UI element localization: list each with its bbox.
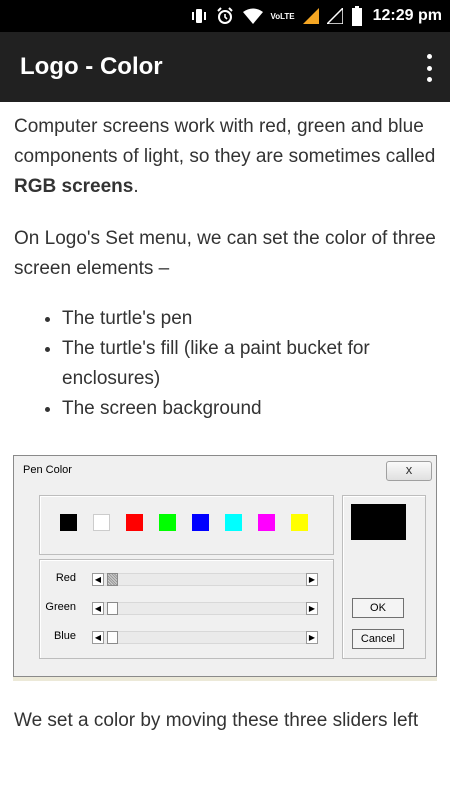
slider-label-blue: Blue	[53, 630, 76, 642]
swatch-magenta[interactable]	[258, 514, 275, 531]
cancel-button[interactable]: Cancel	[352, 629, 404, 649]
ok-button[interactable]: OK	[352, 598, 404, 618]
green-left-arrow-icon[interactable]: ◀	[92, 602, 104, 615]
slider-label-green: Green	[45, 601, 76, 613]
blue-slider-thumb[interactable]	[107, 631, 118, 644]
page-title: Logo - Color	[20, 53, 163, 80]
volte-label: VoLTE	[270, 11, 295, 21]
swatch-red[interactable]	[126, 514, 143, 531]
paragraph-intro: Computer screens work with red, green an…	[14, 112, 439, 202]
slider-group: Red ◀ ▶ Green ◀ ▶ Blue ◀ ▶	[39, 559, 334, 659]
signal-icon	[302, 8, 319, 24]
red-right-arrow-icon[interactable]: ▶	[306, 573, 318, 586]
swatch-group	[39, 495, 334, 555]
app-bar: Logo - Color	[0, 32, 450, 102]
swatch-green[interactable]	[159, 514, 176, 531]
green-right-arrow-icon[interactable]: ▶	[306, 602, 318, 615]
screen-elements-list: The turtle's pen The turtle's fill (like…	[14, 304, 439, 424]
wifi-icon	[242, 8, 264, 24]
swatch-white[interactable]	[93, 514, 110, 531]
rgb-screens-bold: RGB screens	[14, 176, 134, 197]
paragraph-sliders: We set a color by moving these three sli…	[14, 710, 419, 731]
status-time: 12:29 pm	[372, 7, 442, 24]
list-item: The turtle's fill (like a paint bucket f…	[62, 334, 439, 394]
dialog-close-button[interactable]: x	[386, 461, 432, 481]
list-item: The turtle's pen	[62, 304, 439, 334]
red-slider-track[interactable]	[92, 573, 318, 586]
blue-right-arrow-icon[interactable]: ▶	[306, 631, 318, 644]
green-slider-track[interactable]	[92, 602, 318, 615]
red-left-arrow-icon[interactable]: ◀	[92, 573, 104, 586]
swatch-blue[interactable]	[192, 514, 209, 531]
swatch-yellow[interactable]	[291, 514, 308, 531]
green-slider-thumb[interactable]	[107, 602, 118, 615]
swatch-cyan[interactable]	[225, 514, 242, 531]
slider-label-red: Red	[55, 572, 76, 584]
battery-icon	[351, 6, 363, 26]
alarm-icon	[216, 7, 234, 25]
blue-left-arrow-icon[interactable]: ◀	[92, 631, 104, 644]
list-item: The screen background	[62, 394, 439, 424]
red-slider-thumb[interactable]	[107, 573, 118, 586]
pen-color-dialog: Pen Color x Red ◀ ▶ Green ◀ ▶ Blue ◀ ▶ O…	[13, 455, 437, 677]
paragraph-intro-end: .	[133, 176, 139, 197]
pen-color-dialog-image: Pen Color x Red ◀ ▶ Green ◀ ▶ Blue ◀ ▶ O…	[13, 455, 437, 681]
signal-empty-icon	[326, 8, 343, 24]
color-preview	[351, 504, 406, 540]
paragraph-set-menu: On Logo's Set menu, we can set the color…	[14, 228, 436, 279]
article-content: Computer screens work with red, green an…	[14, 112, 439, 424]
blue-slider-track[interactable]	[92, 631, 318, 644]
vibrate-icon	[190, 8, 208, 24]
paragraph-intro-text: Computer screens work with red, green an…	[14, 116, 436, 167]
status-bar: VoLTE 12:29 pm	[0, 0, 450, 32]
swatch-black[interactable]	[60, 514, 77, 531]
overflow-menu-icon[interactable]	[422, 54, 436, 82]
dialog-title: Pen Color	[23, 464, 72, 476]
